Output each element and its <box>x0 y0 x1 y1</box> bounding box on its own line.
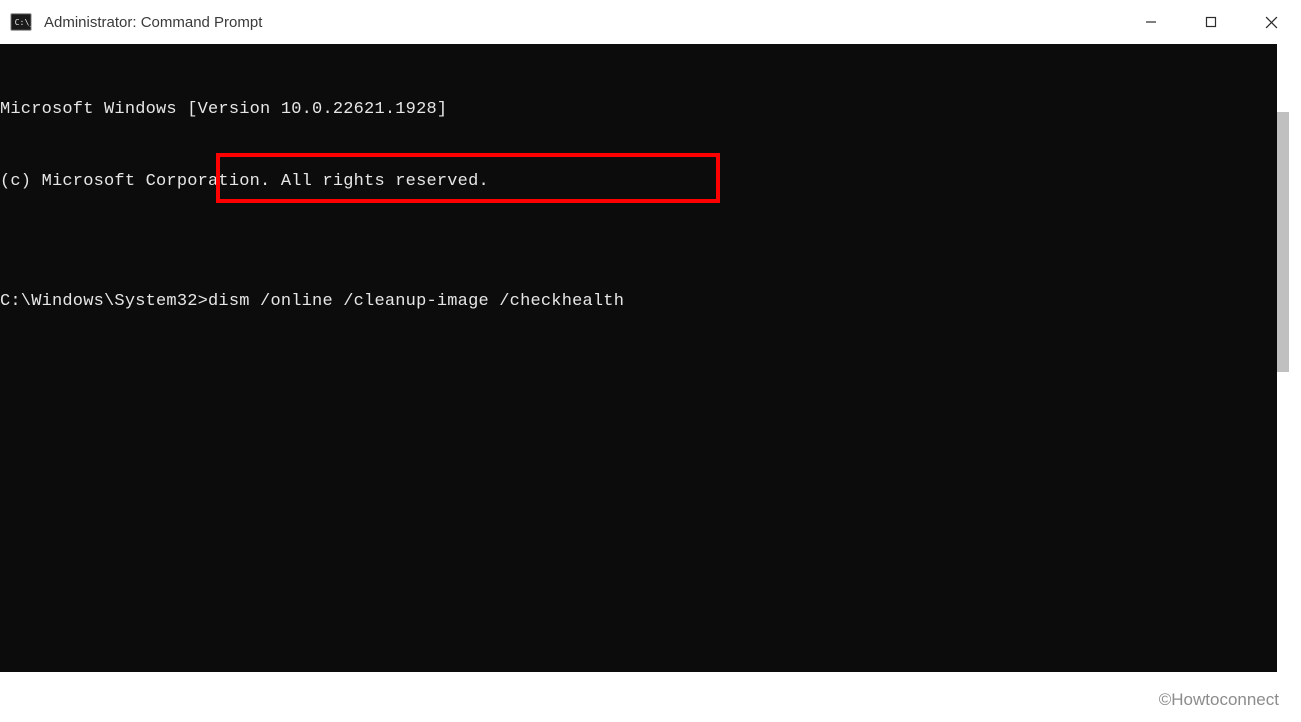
window-title: Administrator: Command Prompt <box>44 14 262 31</box>
terminal[interactable]: Microsoft Windows [Version 10.0.22621.19… <box>0 44 1277 672</box>
cmd-icon: C:\_ <box>10 11 32 33</box>
command-prompt-window: C:\_ Administrator: Command Prompt Micro… <box>0 0 1301 722</box>
watermark-text: ©Howtoconnect <box>1159 690 1279 710</box>
titlebar[interactable]: C:\_ Administrator: Command Prompt <box>0 0 1301 44</box>
close-button[interactable] <box>1241 0 1301 44</box>
maximize-icon <box>1205 16 1217 28</box>
terminal-area: Microsoft Windows [Version 10.0.22621.19… <box>0 44 1301 722</box>
terminal-line: Microsoft Windows [Version 10.0.22621.19… <box>0 98 1277 122</box>
svg-text:C:\_: C:\_ <box>15 17 32 27</box>
window-controls <box>1121 0 1301 44</box>
minimize-button[interactable] <box>1121 0 1181 44</box>
close-icon <box>1265 16 1278 29</box>
maximize-button[interactable] <box>1181 0 1241 44</box>
terminal-line: (c) Microsoft Corporation. All rights re… <box>0 170 1277 194</box>
terminal-line: C:\Windows\System32>dism /online /cleanu… <box>0 290 1277 314</box>
scrollbar-thumb[interactable] <box>1277 112 1289 372</box>
minimize-icon <box>1145 16 1157 28</box>
vertical-scrollbar[interactable] <box>1277 88 1289 716</box>
